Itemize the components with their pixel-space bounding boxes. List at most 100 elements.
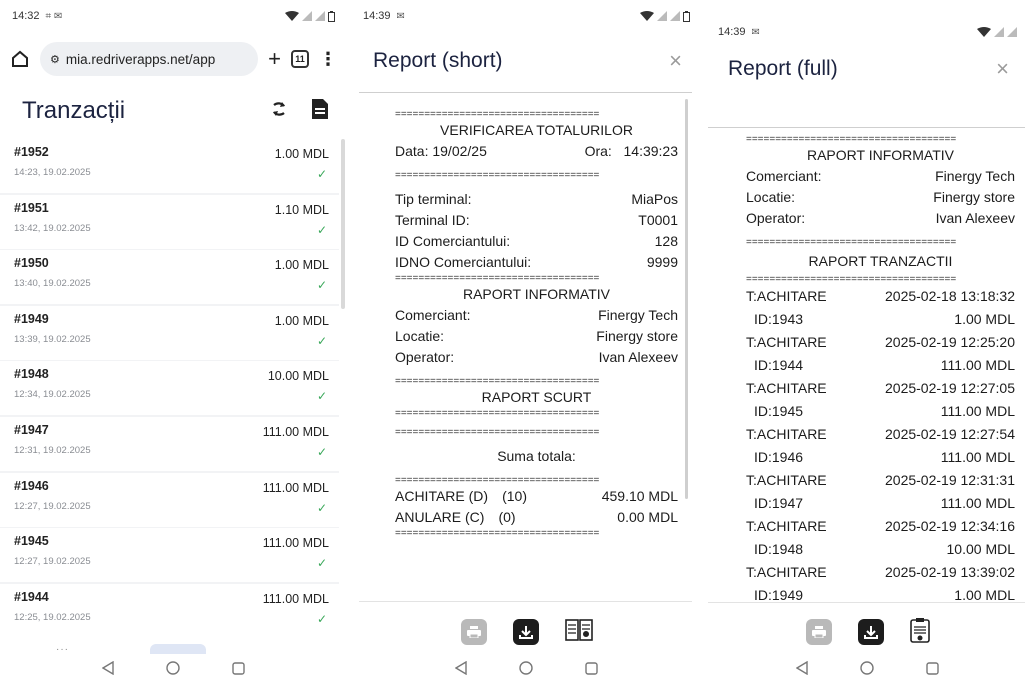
totals-section: ACHITARE (D) (10) 459.10 MDL ANULARE (C) (0)… [395,486,678,528]
close-icon[interactable]: × [669,48,682,74]
document-icon[interactable] [311,98,329,125]
tx-type: T:ACHITARE [746,426,827,442]
receipt-scrollbar[interactable] [685,99,688,499]
transaction-amount: 1.00 MDL [274,258,329,273]
status-time: 14:39 [718,26,746,38]
dialog-actions [706,612,1029,652]
wifi-icon [285,11,299,21]
back-nav-icon[interactable] [796,661,808,675]
transaction-row[interactable]: #1947 12:31, 19.02.2025 111.00 MDL ✓ [0,416,339,471]
print-icon[interactable] [460,619,487,645]
tx-row-detail: ID:1948 10.00 MDL [746,538,1015,561]
download-icon[interactable] [857,619,884,645]
home-icon[interactable] [10,49,30,69]
transaction-row[interactable]: #1950 13:40, 19.02.2025 1.00 MDL ✓ [0,250,339,305]
row-label: Operator: [746,210,806,226]
tx-row-detail: ID:1944 111.00 MDL [746,354,1015,377]
refresh-icon[interactable] [269,99,289,124]
check-icon: ✓ [316,611,327,626]
status-bar: 14:39 ✉ [351,0,702,32]
signal-icon [994,27,1004,37]
separator: =================================== [395,528,600,539]
download-icon[interactable] [512,619,539,645]
tx-id: ID:1949 [754,587,804,603]
book-icon[interactable] [564,618,593,647]
total-value: 459.10 MDL [601,488,678,504]
more-vert-icon[interactable]: ⋮ [319,49,337,70]
scrollbar[interactable] [341,139,345,309]
separator: =================================== [395,408,600,419]
info-title: RAPORT INFORMATIV [462,286,610,302]
transaction-date: 13:40, 19.02.2025 [14,278,91,290]
transaction-row[interactable]: #1952 14:23, 19.02.2025 1.00 MDL ✓ [0,139,339,193]
tx-id: ID:1947 [754,495,804,511]
transaction-row[interactable]: #1951 13:42, 19.02.2025 1.10 MDL ✓ [0,194,339,249]
transaction-date: 14:23, 19.02.2025 [14,167,91,178]
transaction-date: 12:27, 19.02.2025 [14,500,91,512]
total-left: ANULARE (C) (0) [395,507,516,528]
tx-amount: 111.00 MDL [940,403,1015,419]
notification-icons: ✉ [396,10,405,22]
check-icon: ✓ [316,278,327,293]
transaction-row[interactable]: #1944 12:25, 19.02.2025 111.00 MDL ✓ [0,583,339,638]
tx-row-detail: ID:1943 1.00 MDL [746,308,1015,331]
tx-datetime: 2025-02-18 13:18:32 [885,288,1015,304]
tx-row: T:ACHITARE 2025-02-19 12:34:16 [746,515,1015,538]
close-icon[interactable]: × [996,56,1009,82]
transaction-row[interactable]: #1945 12:27, 19.02.2025 111.00 MDL ✓ [0,528,339,583]
transaction-row[interactable]: #1946 12:27, 19.02.2025 111.00 MDL ✓ [0,472,339,527]
tx-datetime: 2025-02-19 12:25:20 [885,334,1015,350]
total-label: ACHITARE (D) [395,488,489,504]
home-nav-icon[interactable] [860,661,874,675]
back-nav-icon[interactable] [102,661,114,675]
separator: ==================================== [746,237,957,248]
wifi-icon [977,27,991,37]
site-settings-icon[interactable]: ⚙ [50,53,60,66]
receipt-view[interactable]: ==================================== RAP… [708,127,1025,603]
tx-type: T:ACHITARE [746,334,827,350]
receipt-row: Terminal ID: T0001 [395,210,678,231]
check-icon: ✓ [316,500,327,515]
transaction-amount: 1.00 MDL [274,313,329,328]
transaction-row[interactable]: #1949 13:39, 19.02.2025 1.00 MDL ✓ [0,305,339,360]
recents-nav-icon[interactable] [585,661,598,675]
browser-toolbar: ⚙ mia.redriverapps.net/app + 11 ⋮ [0,32,347,86]
receipt-view[interactable]: =================================== VERI… [359,92,692,602]
recents-nav-icon[interactable] [232,661,245,675]
tx-datetime: 2025-02-19 12:34:16 [885,518,1015,534]
signal2-icon [315,11,325,21]
separator: =================================== [395,109,600,120]
tab-count: 11 [291,50,309,68]
home-nav-icon[interactable] [166,661,180,675]
print-icon[interactable] [805,619,832,645]
clipboard-icon[interactable] [909,617,930,648]
transaction-date: 12:31, 19.02.2025 [14,444,91,456]
receipt-row: IDNO Comerciantului: 9999 [395,252,678,273]
system-icons [640,10,690,22]
transaction-row[interactable]: #1948 12:34, 19.02.2025 10.00 MDL ✓ [0,361,339,416]
battery-icon [328,10,335,22]
info-section: Comerciant: Finergy Tech Locatie: Finergy s… [746,166,1015,229]
tx-datetime: 2025-02-19 13:39:02 [885,564,1015,580]
back-nav-icon[interactable] [455,661,467,675]
transaction-amount: 10.00 MDL [267,369,329,384]
tx-amount: 1.00 MDL [954,587,1015,603]
tx-row-detail: ID:1947 111.00 MDL [746,492,1015,515]
tx-row-detail: ID:1945 111.00 MDL [746,400,1015,423]
total-count: (10) [502,488,527,504]
receipt-row: Operator: Ivan Alexeev [395,347,678,368]
tx-amount: 111.00 MDL [940,449,1015,465]
recents-nav-icon[interactable] [926,661,939,675]
tabs-icon[interactable]: 11 [291,50,309,68]
home-nav-icon[interactable] [519,661,533,675]
verification-title: VERIFICAREA TOTALURILOR [440,122,633,138]
total-value: 0.00 MDL [617,509,678,525]
plus-icon[interactable]: + [268,46,281,72]
system-nav-bar [351,650,702,686]
wifi-icon [640,11,654,21]
tx-type: T:ACHITARE [746,380,827,396]
url-bar[interactable]: ⚙ mia.redriverapps.net/app [40,42,259,76]
receipt-row: Comerciant: Finergy Tech [746,166,1015,187]
tx-datetime: 2025-02-19 12:31:31 [885,472,1015,488]
separator: =================================== [395,170,600,181]
